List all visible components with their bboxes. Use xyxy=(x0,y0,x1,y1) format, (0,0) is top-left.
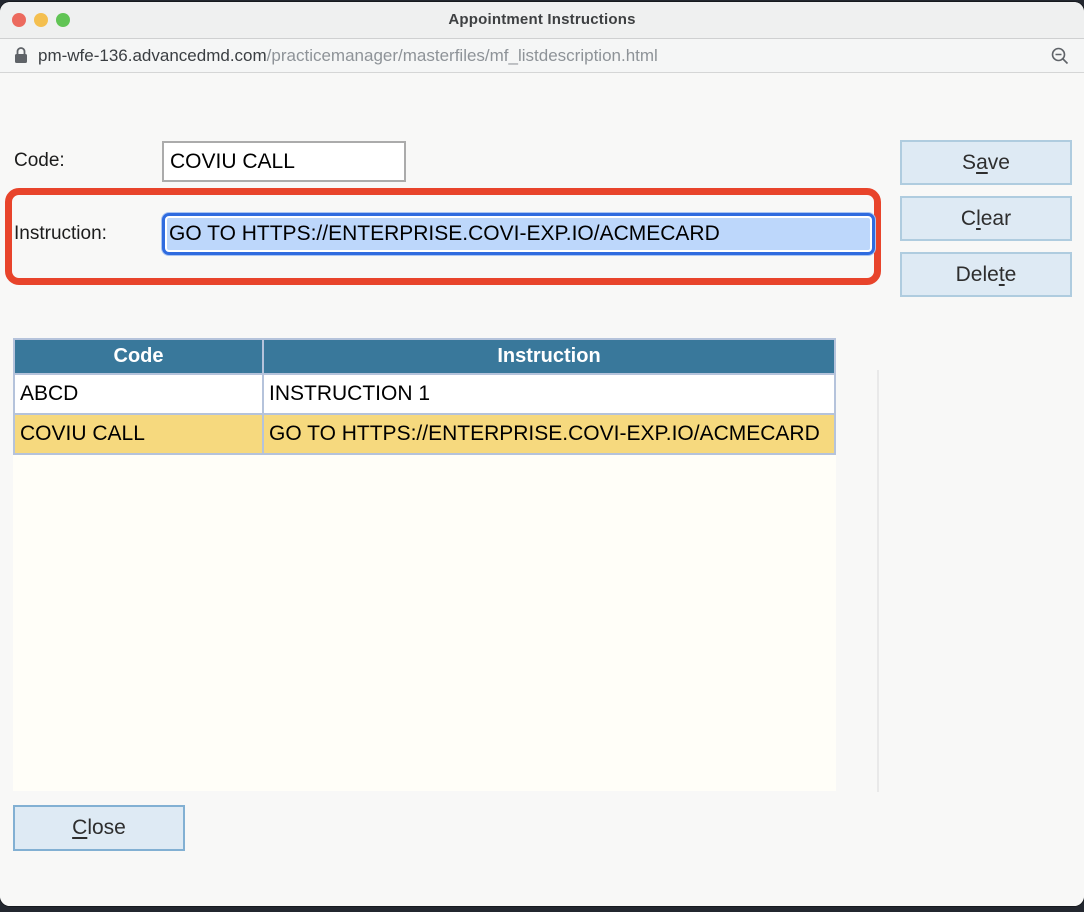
table-header-row: Code Instruction xyxy=(14,339,835,374)
column-header-code: Code xyxy=(14,339,263,374)
url-domain: pm-wfe-136.advancedmd.com xyxy=(38,46,267,65)
browser-window: Appointment Instructions pm-wfe-136.adva… xyxy=(0,2,1084,906)
table-row[interactable]: ABCD INSTRUCTION 1 xyxy=(14,374,835,414)
close-button[interactable]: Close xyxy=(13,805,185,851)
clear-button[interactable]: Clear xyxy=(900,196,1072,241)
column-header-instruction: Instruction xyxy=(263,339,835,374)
instruction-input-focus-ring xyxy=(162,213,875,255)
cell-instruction[interactable]: GO TO HTTPS://ENTERPRISE.COVI-EXP.IO/ACM… xyxy=(263,414,835,454)
save-button[interactable]: Save xyxy=(900,140,1072,185)
cell-instruction[interactable]: INSTRUCTION 1 xyxy=(263,374,835,414)
lock-icon[interactable] xyxy=(14,47,28,64)
instructions-list: Code Instruction ABCD INSTRUCTION 1 COVI… xyxy=(13,338,836,791)
table-row-selected[interactable]: COVIU CALL GO TO HTTPS://ENTERPRISE.COVI… xyxy=(14,414,835,454)
frame-divider xyxy=(877,370,879,792)
cell-code[interactable]: ABCD xyxy=(14,374,263,414)
delete-button[interactable]: Delete xyxy=(900,252,1072,297)
window-title: Appointment Instructions xyxy=(0,11,1084,28)
page-content: Code: Instruction: Save Clear Delete Cod… xyxy=(0,73,1084,906)
title-bar: Appointment Instructions xyxy=(0,2,1084,39)
instruction-input[interactable] xyxy=(167,218,870,250)
instruction-label: Instruction: xyxy=(14,223,107,245)
url-path: /practicemanager/masterfiles/mf_listdesc… xyxy=(267,46,658,65)
code-input[interactable] xyxy=(162,141,406,182)
zoom-out-icon[interactable] xyxy=(1050,46,1070,66)
code-label: Code: xyxy=(14,150,65,172)
cell-code[interactable]: COVIU CALL xyxy=(14,414,263,454)
address-bar[interactable]: pm-wfe-136.advancedmd.com/practicemanage… xyxy=(0,39,1084,73)
instructions-table: Code Instruction ABCD INSTRUCTION 1 COVI… xyxy=(13,338,836,455)
url-text: pm-wfe-136.advancedmd.com/practicemanage… xyxy=(38,46,658,66)
